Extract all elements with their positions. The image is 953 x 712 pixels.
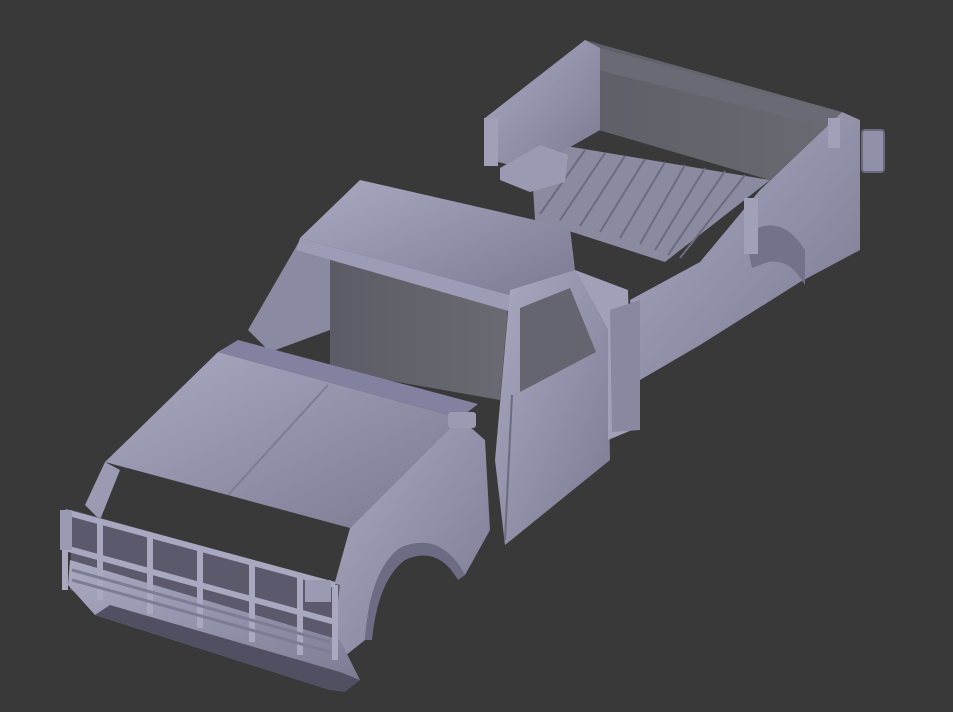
bumper-pad [305, 580, 331, 602]
front-grille[interactable] [60, 509, 360, 692]
3d-viewport[interactable] [0, 0, 953, 712]
bed-post [484, 118, 498, 166]
tailgate-bracket [861, 129, 885, 173]
bed-post [744, 198, 758, 254]
side-mirror [448, 412, 476, 428]
left-fender [85, 462, 120, 520]
cab-left-window-frame [248, 240, 330, 352]
bumper-pad [60, 510, 72, 550]
truck-body-model[interactable] [0, 0, 953, 712]
bed-post [828, 118, 840, 148]
cab-bed-gap [610, 300, 640, 432]
